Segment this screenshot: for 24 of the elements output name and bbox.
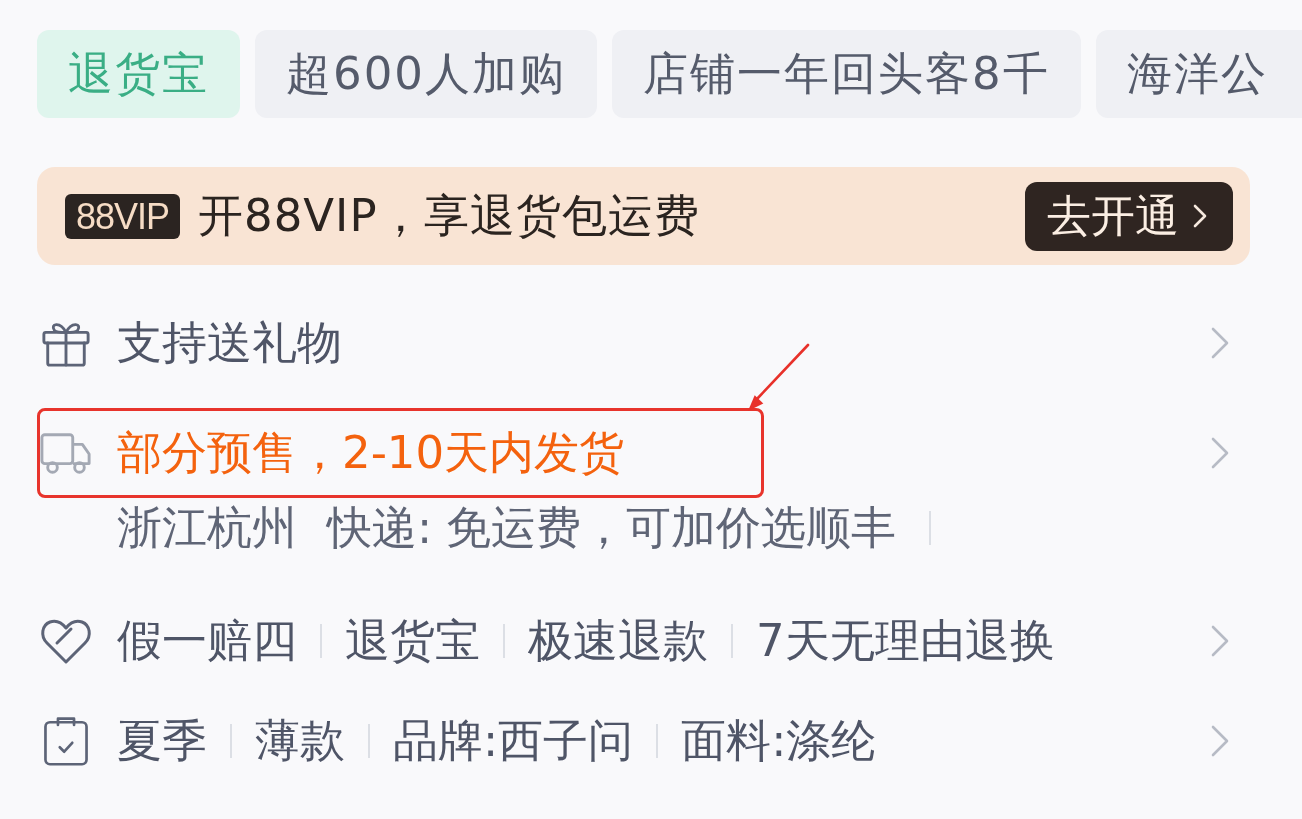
- chevron-right-icon[interactable]: [1210, 624, 1230, 658]
- activate-button[interactable]: 去开通: [1025, 181, 1233, 251]
- guarantee-item: 假一赔四: [117, 613, 297, 669]
- attribute-item: 薄款: [255, 713, 345, 769]
- chevron-right-icon[interactable]: [1210, 724, 1230, 758]
- shipping-notice: 部分预售，2-10天内发货: [117, 425, 625, 481]
- guarantee-item: 退货宝: [345, 613, 480, 669]
- tag: 店铺一年回头客8千: [611, 30, 1081, 118]
- vip-badge: 88VIP: [65, 193, 181, 239]
- chevron-right-icon[interactable]: [1210, 436, 1230, 470]
- delivery-info: 快递: 免运费，可加价选顺丰: [327, 500, 897, 556]
- tag: 退货宝: [37, 30, 240, 118]
- promo-text: 开88VIP，享退货包运费: [198, 188, 701, 244]
- gift-option-text: 支持送礼物: [117, 315, 342, 371]
- chevron-right-icon: [1193, 204, 1207, 228]
- guarantee-item: 极速退款: [528, 613, 708, 669]
- origin-location: 浙江杭州: [117, 500, 297, 556]
- tag: 海洋公: [1095, 30, 1302, 118]
- attribute-item: 面料:涤纶: [681, 713, 877, 769]
- chevron-right-icon[interactable]: [1210, 326, 1230, 360]
- attribute-item: 夏季: [117, 713, 207, 769]
- tag: 超600人加购: [255, 30, 597, 118]
- attribute-item: 品牌:西子问: [393, 713, 634, 769]
- guarantee-item: 7天无理由退换: [756, 613, 1055, 669]
